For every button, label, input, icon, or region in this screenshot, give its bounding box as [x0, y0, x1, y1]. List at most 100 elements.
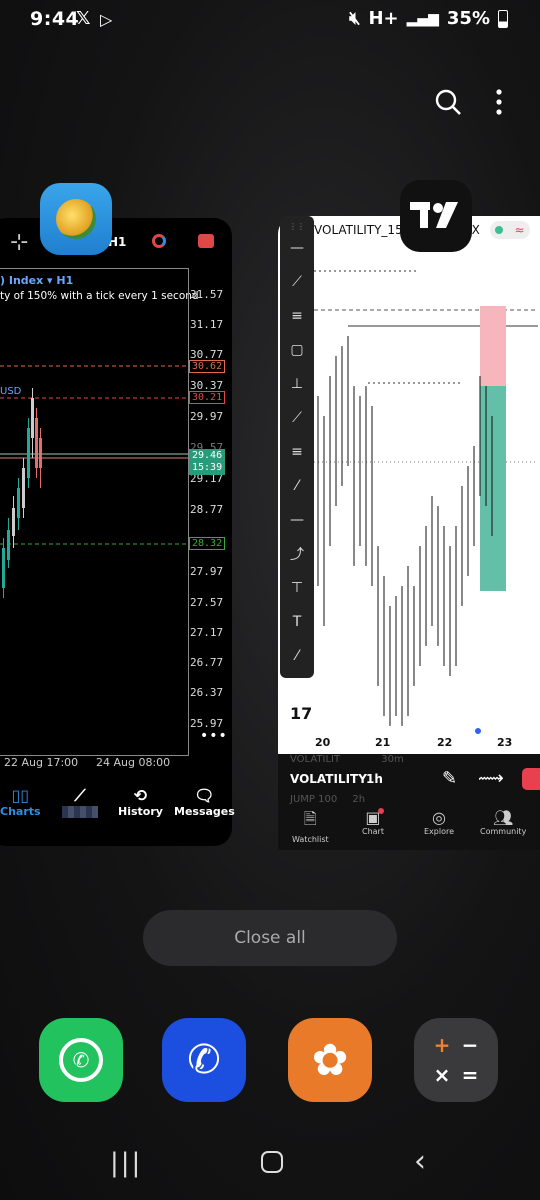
nav-community[interactable]: 👥︎ Community: [480, 808, 526, 836]
parallel-channel-tool-icon[interactable]: ≡: [286, 305, 308, 327]
mt-chart-svg: [0, 365, 188, 598]
status-time: 9:44: [30, 8, 80, 30]
horizontal-line-tool-icon[interactable]: —: [286, 509, 308, 531]
price-box-red-1: 30.62: [189, 360, 226, 373]
close-all-button[interactable]: Close all: [143, 910, 397, 966]
price-tick: 29.97: [190, 410, 224, 423]
path-tool-icon[interactable]: ⤴: [286, 543, 308, 565]
nav-history-label: History: [118, 805, 163, 818]
candle-timer: 15:39: [192, 462, 223, 473]
wave-icon: ≈: [514, 223, 525, 237]
drawing-toolbar: ⋮⋮ — ⟋ ≡ ▢ ⊥ ⟋ ≡ ⁄ — ⤴ ⊤ T ⁄: [280, 216, 314, 678]
rectangle-tool-icon[interactable]: ▢: [286, 339, 308, 361]
price-tick: 26.77: [190, 656, 224, 669]
mt-candles: [2, 388, 42, 598]
trade-icon[interactable]: [198, 234, 214, 248]
current-time-dot: [475, 728, 481, 734]
nav-watchlist[interactable]: 🗎︎ Watchlist: [292, 808, 329, 844]
charts-icon: ▯▯: [11, 786, 30, 805]
history-icon: ⟲: [133, 786, 148, 805]
price-tick: 31.57: [190, 288, 224, 301]
settings-app-icon[interactable]: ✿: [288, 1018, 372, 1102]
indicator-icon[interactable]: [152, 234, 166, 248]
x-label-21: 21: [375, 736, 391, 749]
search-icon[interactable]: [434, 88, 462, 116]
metatrader-app-icon[interactable]: [40, 183, 112, 255]
ghost-row-1: VOLATILIT 30m: [290, 754, 404, 765]
nav-trade[interactable]: ⟋: [62, 786, 98, 818]
watchlist-icon: 🗎︎: [303, 809, 317, 828]
whatsapp-phone-icon: ✆: [59, 1038, 103, 1082]
tradingview-logo-icon: [410, 202, 458, 228]
price-tick: 28.77: [190, 503, 224, 516]
time-label-1: 22 Aug 17:00: [4, 756, 79, 769]
status-right: 🔇︎ H+ ▂▄▆ 35%: [349, 8, 508, 29]
community-icon: 👥︎: [493, 808, 514, 827]
whatsapp-app-icon[interactable]: ✆: [39, 1018, 123, 1102]
back-button[interactable]: ‹: [414, 1144, 426, 1179]
x-label-20: 20: [315, 736, 331, 749]
nav-messages-label: Messages: [174, 805, 235, 818]
text-tool-icon[interactable]: T: [286, 611, 308, 633]
nav-community-label: Community: [480, 827, 527, 836]
nav-explore[interactable]: ◎ Explore: [424, 808, 454, 836]
ghost-row-2: JUMP 100 2h: [290, 794, 366, 805]
nav-explore-label: Explore: [424, 827, 455, 836]
more-icon[interactable]: •••: [200, 728, 228, 744]
indicators-icon[interactable]: ⟿: [478, 768, 504, 789]
tradingview-watermark-icon: 17: [290, 704, 313, 723]
trade-chart-icon: ⟋: [74, 786, 86, 805]
tv-chart-svg: [314, 270, 538, 726]
price-tick: 31.17: [190, 318, 224, 331]
tiktok-icon[interactable]: [522, 768, 540, 790]
home-button[interactable]: [261, 1151, 283, 1173]
x-label-22: 22: [437, 736, 453, 749]
row-timeframe[interactable]: 1h: [366, 772, 383, 786]
price-range-tool-icon[interactable]: ≡: [286, 441, 308, 463]
explore-icon: ◎: [432, 808, 446, 827]
price-box-green: 28.32: [189, 537, 226, 550]
measure-tool-icon[interactable]: ⊤: [286, 577, 308, 599]
market-status-badge[interactable]: ≈: [490, 221, 530, 239]
row-symbol: VOLATILITY: [290, 772, 367, 786]
nav-messages[interactable]: 🗨︎ Messages: [174, 786, 235, 818]
phone-app-icon[interactable]: ✆: [162, 1018, 246, 1102]
tv-symbol: VOLATILITY_15: [314, 223, 403, 237]
nav-history[interactable]: ⟲ History: [118, 786, 163, 818]
crosshair-icon[interactable]: ⊹: [10, 230, 28, 255]
ray-tool-icon[interactable]: ⁄: [286, 475, 308, 497]
long-position-tool-icon[interactable]: ⊥: [286, 373, 308, 395]
price-tick: 26.37: [190, 686, 224, 699]
network-type: H+: [368, 8, 399, 29]
calculator-app-icon[interactable]: + − × =: [414, 1018, 498, 1102]
horizontal-ray-tool-icon[interactable]: —: [286, 237, 308, 259]
signal-icon: ▂▄▆: [406, 10, 439, 27]
gear-icon: ✿: [311, 1034, 349, 1086]
x-app-icon: 𝕏: [76, 8, 91, 29]
calculator-icon: + − × =: [433, 1033, 479, 1087]
brush-tool-icon[interactable]: ⁄: [286, 645, 308, 667]
price-box-current: 29.46 15:39: [189, 449, 226, 475]
status-dot-icon: [495, 226, 504, 234]
price-box-red-2: 30.21: [189, 391, 226, 404]
price-tick: 27.57: [190, 596, 224, 609]
tradingview-app-icon[interactable]: [400, 180, 472, 252]
nav-charts-label: Charts: [0, 805, 41, 818]
messages-icon: 🗨︎: [194, 786, 215, 805]
recent-apps-button[interactable]: |||: [110, 1148, 142, 1178]
battery-icon: [498, 9, 508, 28]
symbol-row[interactable]: VOLATILITY: [290, 772, 367, 786]
time-label-2: 24 Aug 08:00: [96, 756, 171, 769]
price-tick: 27.97: [190, 565, 224, 578]
phone-icon: ✆: [187, 1037, 221, 1083]
tv-candles: [317, 336, 493, 726]
more-options-icon[interactable]: [496, 89, 502, 115]
drag-handle-icon[interactable]: ⋮⋮: [289, 222, 305, 231]
fib-tool-icon[interactable]: ⟋: [286, 407, 308, 429]
nav-charts[interactable]: ▯▯ Charts: [0, 786, 41, 818]
notification-dot: [378, 808, 384, 814]
pencil-icon[interactable]: ✎: [442, 768, 457, 789]
trendline-tool-icon[interactable]: ⟋: [286, 271, 308, 293]
nav-chart-label: Chart: [362, 827, 384, 836]
tv-bottom-panel: VOLATILIT 30m VOLATILITY 1h ✎ ⟿ JUMP 100…: [278, 754, 540, 850]
